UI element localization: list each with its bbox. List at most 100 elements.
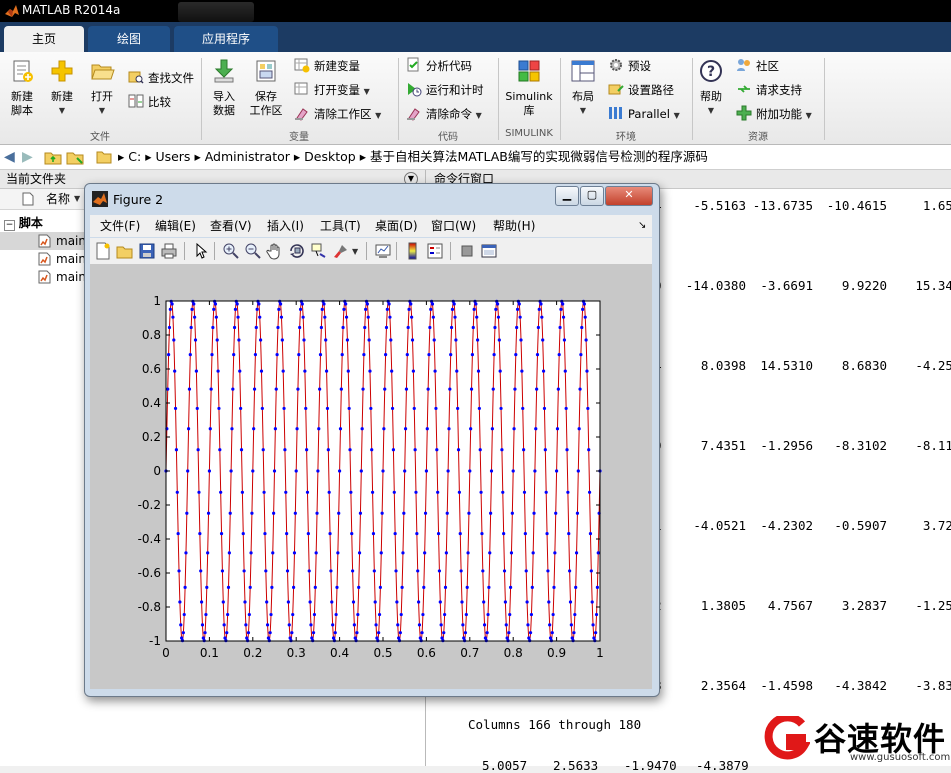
layout-dropdown-icon[interactable]: ▼ bbox=[566, 104, 600, 118]
blue-dot-point bbox=[175, 490, 179, 494]
output-value: -4.0521 bbox=[693, 518, 746, 533]
request-support-button[interactable]: 请求支持 bbox=[736, 80, 802, 100]
print-icon[interactable] bbox=[160, 242, 178, 260]
run-and-time-button[interactable]: 运行和计时 bbox=[406, 80, 484, 100]
set-path-button[interactable]: 设置路径 bbox=[608, 80, 674, 100]
menu-tools[interactable]: 工具(T) bbox=[320, 215, 361, 237]
breadcrumb-users[interactable]: Users bbox=[155, 145, 190, 169]
hide-plot-tools-icon[interactable] bbox=[458, 242, 476, 260]
figure-window[interactable]: Figure 2 ▁ ▢ ✕ 文件(F) 编辑(E) 查看(V) 插入(I) 工… bbox=[84, 183, 660, 697]
list-item[interactable]: main bbox=[0, 250, 86, 268]
show-plot-tools-icon[interactable] bbox=[480, 242, 498, 260]
new-script-button[interactable]: 新建 脚本 bbox=[4, 58, 40, 118]
name-column-header[interactable]: 名称 bbox=[46, 189, 70, 209]
collapse-icon[interactable]: − bbox=[4, 220, 15, 231]
clear-workspace-button[interactable]: 清除工作区 ▼ bbox=[294, 104, 381, 124]
import-data-button[interactable]: 导入 数据 bbox=[206, 58, 242, 118]
title-bar-button[interactable] bbox=[178, 2, 254, 22]
menu-window[interactable]: 窗口(W) bbox=[431, 215, 476, 237]
sine-plot[interactable]: 0 0.1 0.2 0.3 0.4 0.5 0.6 0.7 0.8 0.9 1 -1 -0.8 -0.6… bbox=[90, 265, 652, 689]
clear-workspace-dropdown-icon[interactable]: ▼ bbox=[375, 111, 381, 120]
menu-file[interactable]: 文件(F) bbox=[100, 215, 140, 237]
open-variable-button[interactable]: 打开变量 ▼ bbox=[294, 80, 370, 100]
list-item[interactable]: main bbox=[0, 232, 86, 250]
blue-dot-point bbox=[435, 448, 439, 452]
new-button[interactable]: 新建 ▼ bbox=[44, 58, 80, 118]
blue-dot-point bbox=[305, 490, 310, 494]
tab-plots[interactable]: 绘图 bbox=[88, 26, 170, 52]
breadcrumb-desktop[interactable]: Desktop bbox=[304, 145, 356, 169]
request-support-icon bbox=[738, 85, 750, 93]
output-value: -8.1183 bbox=[915, 438, 951, 453]
compare-button[interactable]: 比较 bbox=[128, 92, 171, 112]
link-plot-icon[interactable] bbox=[374, 242, 392, 260]
find-files-button[interactable]: 查找文件 bbox=[128, 68, 194, 88]
menu-insert[interactable]: 插入(I) bbox=[267, 215, 304, 237]
blue-dot-point bbox=[569, 623, 573, 627]
new-dropdown-icon[interactable]: ▼ bbox=[44, 104, 80, 118]
pointer-icon[interactable] bbox=[192, 242, 210, 260]
help-button[interactable]: ? 帮助 ▼ bbox=[696, 58, 726, 118]
data-cursor-icon[interactable] bbox=[310, 242, 328, 260]
add-ons-dropdown-icon[interactable]: ▼ bbox=[806, 111, 812, 120]
blue-dot-point bbox=[396, 623, 400, 627]
add-ons-button[interactable]: 附加功能 ▼ bbox=[736, 104, 812, 124]
help-dropdown-icon[interactable]: ▼ bbox=[696, 104, 726, 118]
brush-icon[interactable] bbox=[332, 242, 350, 260]
layout-button[interactable]: 布局 ▼ bbox=[566, 58, 600, 118]
save-workspace-button[interactable]: 保存 工作区 bbox=[246, 58, 286, 118]
brush-dropdown-icon[interactable]: ▼ bbox=[352, 247, 358, 256]
menu-dock-icon[interactable]: ↘ bbox=[638, 215, 646, 237]
open-button[interactable]: 打开 ▼ bbox=[84, 58, 120, 118]
blue-dot-point bbox=[217, 406, 221, 411]
rotate-3d-icon[interactable] bbox=[288, 242, 306, 260]
menu-edit[interactable]: 编辑(E) bbox=[155, 215, 196, 237]
parallel-dropdown-icon[interactable]: ▼ bbox=[674, 111, 680, 120]
blue-dot-point bbox=[292, 551, 297, 555]
zoom-out-icon[interactable] bbox=[244, 242, 262, 260]
figure-canvas[interactable]: 0 0.1 0.2 0.3 0.4 0.5 0.6 0.7 0.8 0.9 1 -1 -0.8 -0.6… bbox=[90, 265, 652, 689]
clear-commands-dropdown-icon[interactable]: ▼ bbox=[476, 111, 482, 120]
preferences-button[interactable]: 预设 bbox=[608, 56, 651, 76]
folder-up-icon[interactable] bbox=[44, 149, 62, 165]
breadcrumb-drive[interactable]: C: bbox=[128, 145, 141, 169]
list-item[interactable]: main bbox=[0, 268, 86, 286]
open-file-icon[interactable] bbox=[116, 242, 134, 260]
open-dropdown-icon[interactable]: ▼ bbox=[84, 104, 120, 118]
tab-apps[interactable]: 应用程序 bbox=[174, 26, 278, 52]
maximize-button[interactable]: ▢ bbox=[580, 186, 604, 206]
minimize-button[interactable]: ▁ bbox=[555, 186, 579, 206]
breadcrumb-project-folder[interactable]: 基于自相关算法MATLAB编写的实现微弱信号检测的程序源码 bbox=[370, 145, 708, 169]
save-icon[interactable] bbox=[138, 242, 156, 260]
breadcrumb-administrator[interactable]: Administrator bbox=[205, 145, 290, 169]
new-variable-button[interactable]: 新建变量 bbox=[294, 56, 360, 76]
menu-view[interactable]: 查看(V) bbox=[210, 215, 252, 237]
parallel-button[interactable]: Parallel ▼ bbox=[608, 104, 680, 124]
legend-icon[interactable] bbox=[426, 242, 444, 260]
tree-group-scripts[interactable]: − 脚本 bbox=[4, 214, 43, 232]
analyze-code-button[interactable]: 分析代码 bbox=[406, 56, 472, 76]
add-ons-label: 附加功能 bbox=[756, 107, 802, 121]
sort-dropdown-icon[interactable]: ▼ bbox=[74, 189, 80, 209]
forward-arrow-icon[interactable]: ▶ bbox=[22, 145, 33, 169]
community-button[interactable]: 社区 bbox=[736, 56, 779, 76]
colorbar-icon[interactable] bbox=[404, 242, 422, 260]
back-arrow-icon[interactable]: ◀ bbox=[4, 145, 15, 169]
blue-dot-point bbox=[179, 623, 183, 627]
output-value: -3.8320 bbox=[915, 678, 951, 693]
blue-dot-point bbox=[487, 585, 491, 589]
open-variable-dropdown-icon[interactable]: ▼ bbox=[364, 87, 370, 96]
menu-desktop[interactable]: 桌面(D) bbox=[375, 215, 418, 237]
blue-dot-point bbox=[281, 369, 285, 373]
clear-commands-button[interactable]: 清除命令 ▼ bbox=[406, 104, 482, 124]
pan-hand-icon[interactable] bbox=[266, 242, 284, 260]
menu-help[interactable]: 帮助(H) bbox=[493, 215, 535, 237]
simulink-library-button[interactable]: Simulink 库 bbox=[503, 58, 555, 118]
blue-dot-point bbox=[333, 631, 337, 635]
browse-folder-icon[interactable] bbox=[66, 149, 84, 165]
close-button[interactable]: ✕ bbox=[605, 186, 653, 206]
tab-home[interactable]: 主页 bbox=[4, 26, 84, 52]
zoom-in-icon[interactable] bbox=[222, 242, 240, 260]
new-figure-icon[interactable] bbox=[94, 242, 112, 260]
layout-icon bbox=[571, 60, 595, 82]
